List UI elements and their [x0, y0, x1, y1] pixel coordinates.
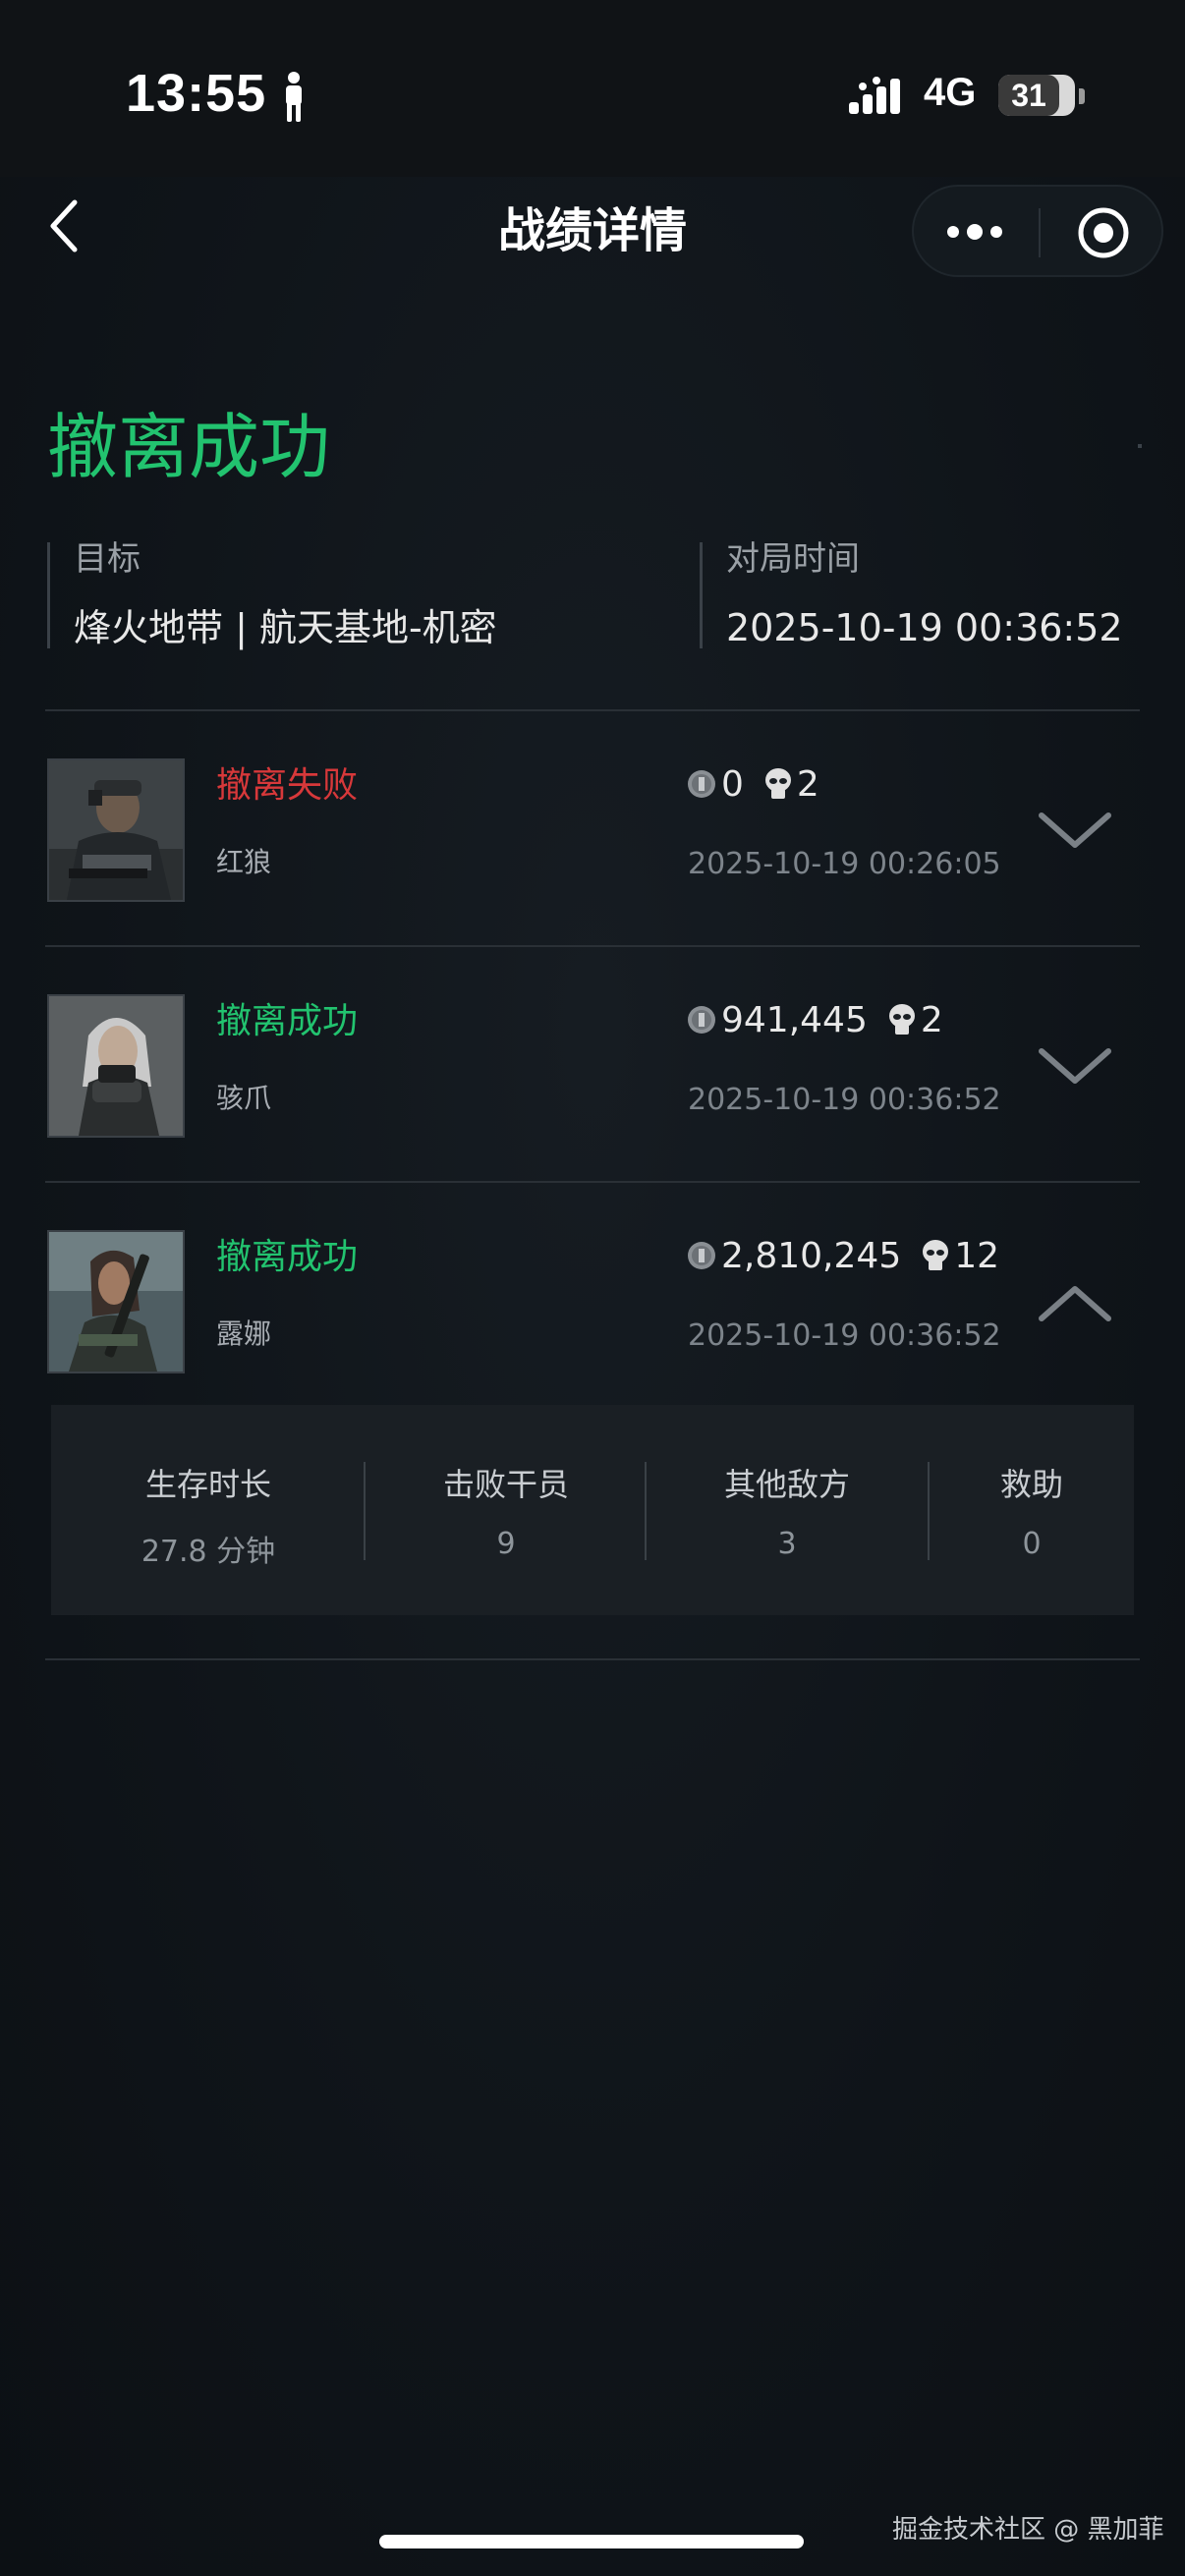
divider — [45, 709, 1140, 711]
skull-icon — [923, 1240, 949, 1270]
row-value: 0 — [721, 763, 744, 805]
list-item[interactable]: 撤离成功 骇爪 941,445 2 2025-10-19 00:36:52 — [45, 994, 1140, 1226]
target-icon[interactable] — [1077, 206, 1130, 259]
detail-operators-defeated: 击败干员 9 — [366, 1405, 647, 1615]
row-stats: 2,810,245 12 — [686, 1234, 999, 1277]
avatar — [47, 994, 185, 1138]
row-kills: 12 — [954, 1235, 1000, 1276]
row-value: 2,810,245 — [721, 1235, 902, 1276]
row-kills: 2 — [920, 999, 943, 1040]
divider — [45, 1181, 1140, 1183]
target-value: 烽火地带 | 航天基地-机密 — [74, 606, 497, 649]
detail-label: 救助 — [999, 1466, 1063, 1503]
main-status: 撤离成功 — [47, 406, 331, 488]
detail-value: 27.8 分钟 — [141, 1535, 276, 1569]
match-time-value: 2025-10-19 00:36:52 — [726, 606, 1123, 649]
battery-level: 31 — [1011, 78, 1046, 113]
row-status: 撤离失败 — [216, 765, 359, 806]
row-stats: 0 2 — [686, 762, 819, 806]
detail-value: 9 — [496, 1527, 516, 1561]
battery-icon: 31 — [998, 75, 1075, 116]
more-icon[interactable] — [943, 212, 1006, 252]
watermark: 掘金技术社区 @ 黑加菲 — [892, 2515, 1164, 2545]
detail-label: 击败干员 — [442, 1466, 569, 1503]
background-speck — [1138, 444, 1142, 448]
detail-other-enemies: 其他敌方 3 — [647, 1405, 928, 1615]
mini-program-capsule — [912, 185, 1163, 277]
row-time: 2025-10-19 00:36:52 — [688, 1083, 1001, 1117]
row-kills: 2 — [796, 763, 819, 805]
chevron-down-icon[interactable] — [1038, 1045, 1112, 1089]
status-bar: 13:55 4G 31 战绩详情 — [0, 0, 1185, 277]
status-time: 13:55 — [126, 64, 267, 123]
divider — [45, 1658, 1140, 1660]
detail-label: 其他敌方 — [723, 1466, 850, 1503]
skull-icon — [888, 1004, 915, 1035]
list-item[interactable]: 撤离失败 红狼 0 2 2025-10-19 00:26:05 — [45, 758, 1140, 990]
detail-value: 3 — [777, 1527, 797, 1561]
home-indicator[interactable] — [379, 2535, 804, 2548]
detail-panel: 生存时长 27.8 分钟 击败干员 9 其他敌方 3 救助 0 — [51, 1405, 1134, 1615]
skull-icon — [764, 768, 791, 799]
avatar — [47, 758, 185, 902]
battery-cap — [1079, 88, 1085, 104]
coin-icon — [688, 1006, 715, 1034]
row-operator: 露娜 — [216, 1317, 272, 1350]
capsule-divider — [1039, 208, 1041, 257]
match-time-label: 对局时间 — [726, 539, 860, 579]
coin-icon — [688, 770, 715, 798]
coin-icon — [688, 1242, 715, 1269]
target-info: 目标 烽火地带 | 航天基地-机密 — [47, 542, 497, 648]
detail-value: 0 — [1022, 1527, 1042, 1561]
row-stats: 941,445 2 — [686, 998, 943, 1041]
row-time: 2025-10-19 00:36:52 — [688, 1318, 1001, 1353]
row-status: 撤离成功 — [216, 1237, 359, 1277]
row-time: 2025-10-19 00:26:05 — [688, 847, 1001, 881]
network-label: 4G — [924, 71, 977, 114]
person-icon — [286, 72, 302, 122]
match-time-info: 对局时间 2025-10-19 00:36:52 — [700, 542, 1123, 648]
detail-survival-time: 生存时长 27.8 分钟 — [51, 1405, 366, 1615]
row-value: 941,445 — [721, 999, 868, 1040]
page: 13:55 4G 31 战绩详情 撤离成功 目标 烽火地带 | 航天基地-机密 … — [0, 0, 1185, 2576]
chevron-up-icon[interactable] — [1038, 1281, 1112, 1324]
signal-icon — [849, 77, 900, 114]
target-label: 目标 — [74, 539, 141, 579]
divider — [45, 945, 1140, 947]
row-operator: 骇爪 — [216, 1082, 272, 1114]
chevron-down-icon[interactable] — [1038, 810, 1112, 853]
detail-label: 生存时长 — [144, 1466, 271, 1503]
row-operator: 红狼 — [216, 846, 272, 878]
avatar — [47, 1230, 185, 1373]
detail-rescues: 救助 0 — [930, 1405, 1134, 1615]
row-status: 撤离成功 — [216, 1001, 359, 1041]
